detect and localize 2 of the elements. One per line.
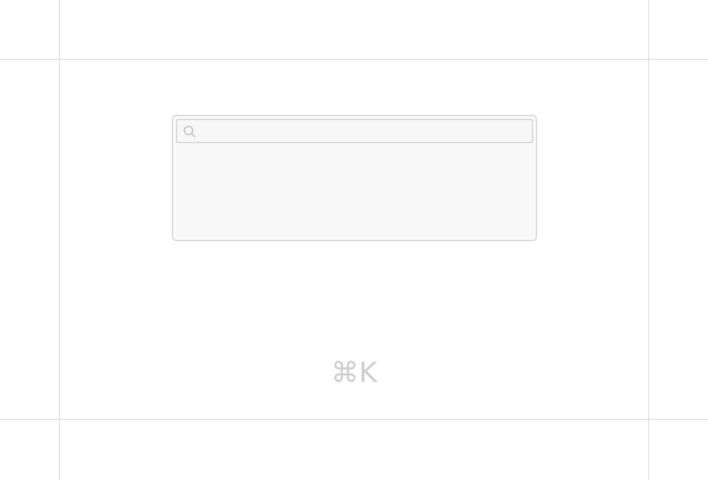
search-icon bbox=[182, 124, 196, 138]
search-field[interactable] bbox=[176, 119, 532, 143]
